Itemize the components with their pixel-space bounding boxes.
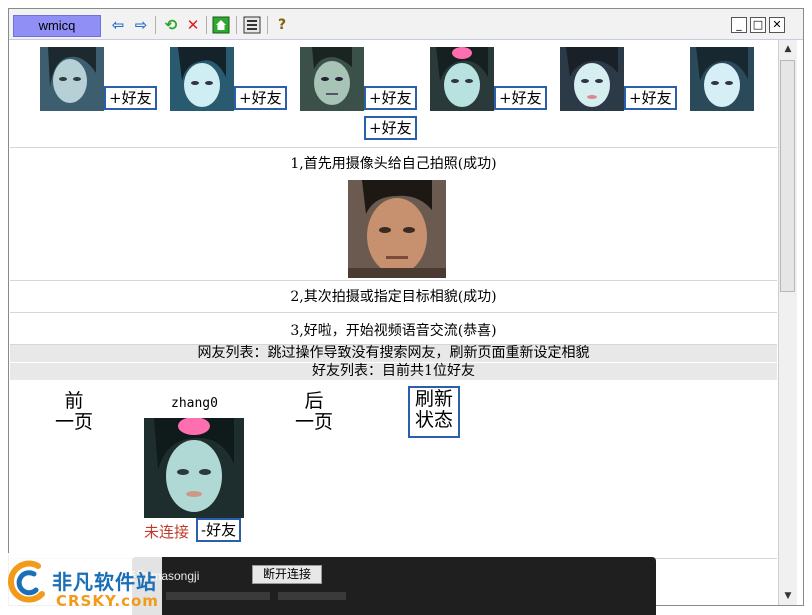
divider — [10, 280, 777, 281]
step-3-text: 3,好啦，开始视频语音交流(恭喜) — [290, 323, 497, 339]
result-photo-1 — [40, 47, 104, 111]
popup-bar — [166, 592, 270, 600]
app-tab-wmicq[interactable]: wmicq — [13, 15, 101, 37]
toolbar-separator — [206, 16, 207, 34]
add-friend-button[interactable]: +好友 — [364, 86, 417, 110]
crsky-logo-icon — [4, 560, 50, 610]
result-photo-2 — [170, 47, 234, 111]
add-friend-button[interactable]: +好友 — [494, 86, 547, 110]
forward-arrow-icon[interactable]: ⇨ — [132, 16, 150, 34]
list-icon[interactable] — [243, 16, 261, 34]
back-arrow-icon[interactable]: ⇦ — [109, 16, 127, 34]
scroll-down-icon[interactable]: ▼ — [782, 590, 794, 602]
self-photo — [348, 180, 446, 278]
watermark-en: CRSKY.com — [56, 592, 159, 610]
divider — [10, 312, 777, 313]
next-page-button[interactable]: 后 一页 — [294, 391, 334, 433]
main-content: +好友 +好友 +好友 +好友 +好友 +好友 1,首先用摄像头给自己拍照(成功… — [10, 40, 777, 605]
stop-icon[interactable]: ✕ — [184, 16, 202, 34]
refresh-status-label: 状态 — [414, 409, 453, 431]
divider — [10, 147, 777, 148]
netfriend-list-notice: 网友列表：跳过操作导致没有搜索网友，刷新页面重新设定相貌 — [10, 345, 777, 362]
maximize-button[interactable]: □ — [750, 17, 766, 33]
friend-list-summary: 好友列表：目前共1位好友 — [10, 363, 777, 380]
prev-page-button[interactable]: 前 一页 — [54, 391, 94, 433]
home-icon[interactable] — [212, 16, 230, 34]
scroll-up-icon[interactable]: ▲ — [782, 43, 794, 55]
watermark-cn: 非凡软件站 — [52, 570, 157, 594]
friend-photo[interactable] — [144, 418, 244, 518]
result-photo-3 — [300, 47, 364, 111]
remove-friend-button[interactable]: -好友 — [196, 518, 242, 542]
result-photo-5 — [560, 47, 624, 111]
prev-page-label: 一页 — [54, 411, 93, 433]
step-1-text: 1,首先用摄像头给自己拍照(成功) — [290, 156, 497, 172]
toolbar-separator — [155, 16, 156, 34]
close-button[interactable]: ✕ — [769, 17, 785, 33]
toolbar-separator — [267, 16, 268, 34]
disconnect-button[interactable]: 断开连接 — [252, 565, 322, 584]
step-2-text: 2,其次拍摄或指定目标相貌(成功) — [290, 289, 497, 305]
vertical-scrollbar[interactable]: ▲ ▼ — [778, 40, 797, 605]
toolbar-separator — [236, 16, 237, 34]
popup-bar — [278, 592, 346, 600]
app-window: wmicq ⇦ ⇨ ⟲ ✕ ? _ □ ✕ +好友 +好友 +好友 +好友 +好… — [8, 8, 804, 606]
connection-popup — [132, 557, 656, 615]
minimize-button[interactable]: _ — [731, 17, 747, 33]
help-icon[interactable]: ? — [273, 16, 291, 34]
next-page-label: 一页 — [294, 411, 333, 433]
scrollbar-thumb[interactable] — [780, 60, 795, 292]
add-friend-button[interactable]: +好友 — [104, 86, 157, 110]
refresh-status-button[interactable]: 刷新 状态 — [408, 386, 460, 438]
prev-page-label: 前 — [64, 390, 84, 412]
next-page-label: 后 — [304, 390, 324, 412]
result-photo-4 — [430, 47, 494, 111]
toolbar: wmicq ⇦ ⇨ ⟲ ✕ ? _ □ ✕ — [9, 9, 803, 40]
friend-name: zhang0 — [171, 396, 218, 411]
refresh-icon[interactable]: ⟲ — [162, 16, 180, 34]
result-photo-6 — [690, 47, 754, 111]
refresh-status-label: 刷新 — [414, 388, 453, 410]
add-friend-button[interactable]: +好友 — [364, 116, 417, 140]
friend-status-offline: 未连接 — [144, 523, 190, 541]
add-friend-button[interactable]: +好友 — [234, 86, 287, 110]
add-friend-button[interactable]: +好友 — [624, 86, 677, 110]
